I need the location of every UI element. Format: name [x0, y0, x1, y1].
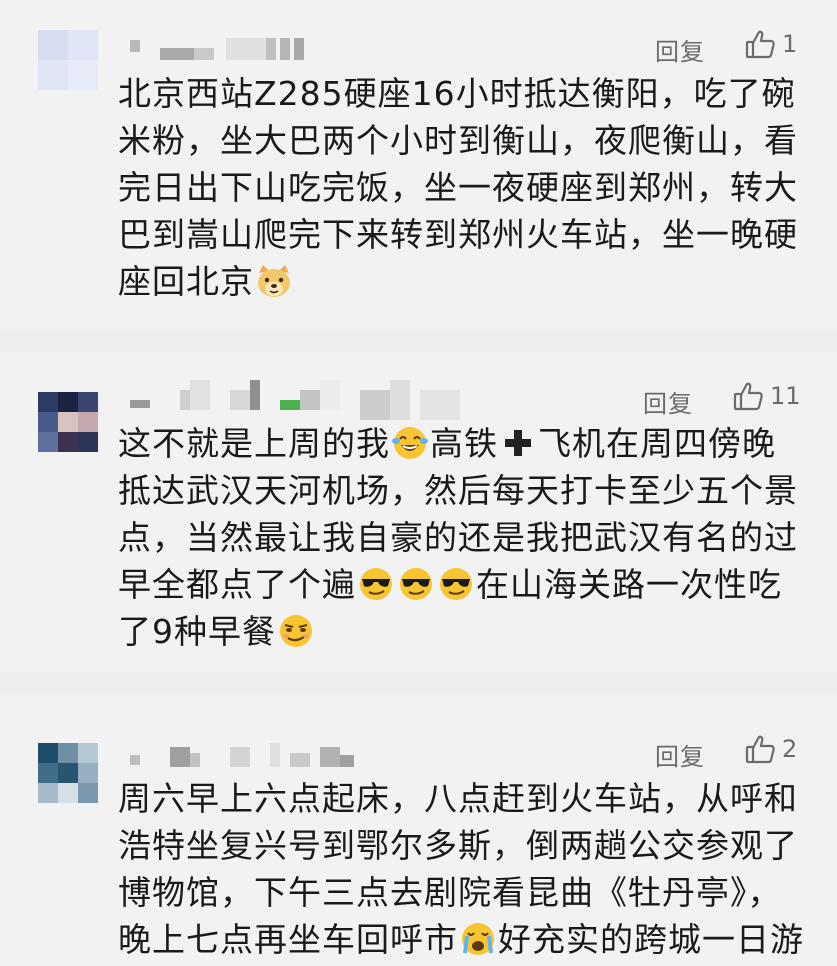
comment-card: 回复 11 这不就是上周的我 高铁 飞机在周四傍晚抵达武汉天河机场，然后每天打卡至少… — [0, 352, 837, 672]
comment-text-part: 北京西站Z285硬座16小时抵达衡阳，吃了碗米粉，坐大巴两个小时到衡山，夜爬衡山… — [118, 74, 798, 301]
avatar[interactable] — [38, 30, 98, 90]
nickname-mosaic — [130, 38, 305, 64]
like-count: 11 — [770, 382, 801, 410]
comment-text: 北京西站Z285硬座16小时抵达衡阳，吃了碗米粉，坐大巴两个小时到衡山，夜爬衡山… — [118, 70, 808, 305]
thumbs-up-icon — [744, 28, 776, 60]
comment-text-part: 好充实的跨城一日游 — [498, 920, 804, 959]
like-count: 2 — [782, 735, 798, 763]
smirk-emoji — [277, 613, 315, 649]
comment-list: 回复 1 北京西站Z285硬座16小时抵达衡阳，吃了碗米粉，坐大巴两个小时到衡山… — [0, 0, 837, 966]
sunglasses-emoji — [397, 566, 435, 602]
doge-emoji — [255, 263, 293, 299]
avatar[interactable] — [38, 743, 98, 803]
comment-text-part: 高铁 — [430, 424, 498, 463]
reply-button[interactable]: 回复 — [655, 32, 705, 67]
nickname-mosaic — [130, 380, 470, 420]
crying-emoji — [459, 921, 497, 957]
plus-icon — [499, 425, 537, 461]
reply-button[interactable]: 回复 — [643, 384, 693, 419]
nickname-mosaic — [130, 743, 360, 773]
comment-card: 回复 1 北京西站Z285硬座16小时抵达衡阳，吃了碗米粉，坐大巴两个小时到衡山… — [0, 0, 837, 330]
sunglasses-emoji — [437, 566, 475, 602]
reply-button[interactable]: 回复 — [655, 737, 705, 772]
sunglasses-emoji — [357, 566, 395, 602]
comment-text: 这不就是上周的我 高铁 飞机在周四傍晚抵达武汉天河机场，然后每天打卡至少五个景点，当… — [118, 420, 808, 655]
like-button[interactable]: 1 — [744, 28, 797, 60]
like-button[interactable]: 2 — [744, 733, 797, 765]
thumbs-up-icon — [744, 733, 776, 765]
comment-text-part: 这不就是上周的我 — [118, 424, 390, 463]
like-count: 1 — [782, 30, 798, 58]
avatar[interactable] — [38, 392, 98, 452]
like-button[interactable]: 11 — [732, 380, 801, 412]
comment-text: 周六早上六点起床，八点赶到火车站，从呼和浩特坐复兴号到鄂尔多斯，倒两趟公交参观了… — [118, 775, 808, 963]
laugh-cry-emoji — [391, 425, 429, 461]
thumbs-up-icon — [732, 380, 764, 412]
comment-card: 回复 2 周六早上六点起床，八点赶到火车站，从呼和浩特坐复兴号到鄂尔多斯，倒两趟… — [0, 695, 837, 966]
